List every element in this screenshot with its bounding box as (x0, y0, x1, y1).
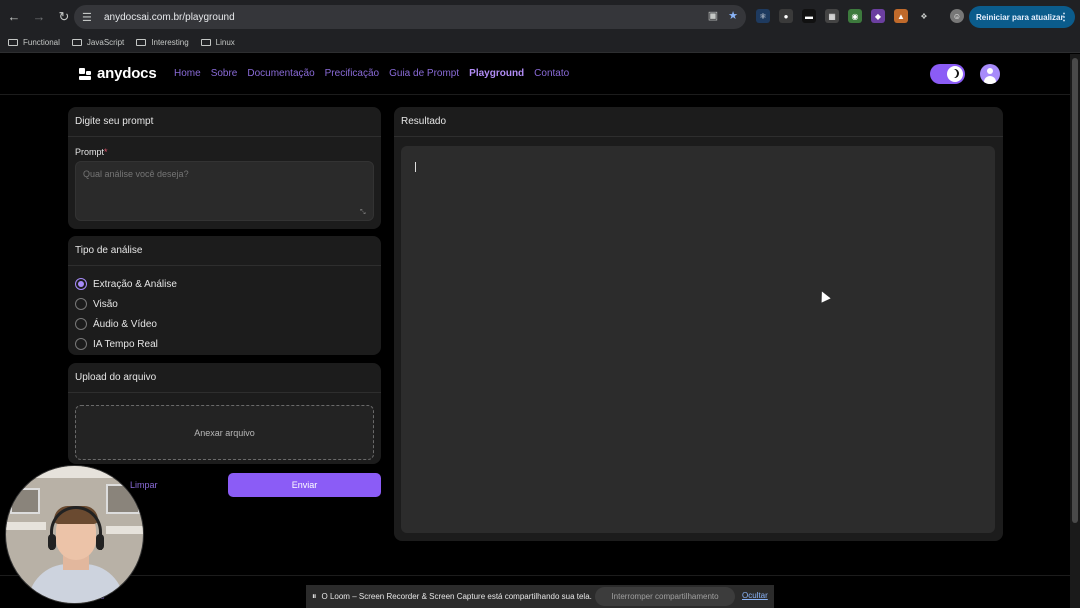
bookmark-star-icon[interactable]: ★ (728, 9, 738, 22)
update-button-label: Reiniciar para atualizar (976, 12, 1064, 22)
headphones-icon (50, 506, 102, 550)
puzzle-icon[interactable]: ❖ (917, 9, 931, 23)
file-dropzone[interactable]: Anexar arquivo (75, 405, 374, 460)
hide-button[interactable]: Ocultar (742, 591, 768, 600)
extensions-bar: ⚛ ● ▬ ▦ ◉ ◆ ▲ ❖ ☺ (756, 9, 964, 23)
nav-sobre[interactable]: Sobre (211, 68, 238, 79)
folder-icon (136, 39, 147, 46)
bookmark-label: Interesting (151, 38, 189, 47)
more-icon[interactable]: ⋮ (1059, 12, 1069, 23)
result-card: Resultado (394, 107, 1003, 541)
prompt-label-text: Prompt (75, 147, 105, 157)
scrollbar-thumb[interactable] (1072, 58, 1078, 523)
metamask-icon[interactable]: ▲ (894, 9, 908, 23)
user-avatar[interactable] (980, 64, 1000, 84)
bookmark-folder[interactable]: Functional (8, 38, 60, 47)
radio-label: IA Tempo Real (93, 338, 158, 350)
logo-icon (78, 67, 92, 81)
bookmark-label: Functional (23, 38, 60, 47)
upload-card-title: Upload do arquivo (68, 363, 381, 393)
nav-playground[interactable]: Playground (469, 68, 524, 79)
screen-share-bar: ⏸ O Loom – Screen Recorder & Screen Capt… (306, 585, 774, 608)
extension-icon[interactable]: ▬ (802, 9, 816, 23)
nav-precificacao[interactable]: Precificação (325, 68, 379, 79)
prompt-label: Prompt* (75, 147, 108, 157)
forward-icon[interactable]: → (28, 6, 50, 28)
nav-home[interactable]: Home (174, 68, 201, 79)
bookmark-folder[interactable]: Interesting (136, 38, 189, 47)
site-header: anydocs Home Sobre Documentação Precific… (0, 54, 1070, 95)
extension-icon[interactable]: ◆ (871, 9, 885, 23)
extension-icon[interactable]: ▦ (825, 9, 839, 23)
radio-audio-video[interactable]: Áudio & Vídeo (75, 314, 177, 334)
bookmark-label: Linux (215, 38, 235, 47)
radio-unselected-icon[interactable] (75, 298, 87, 310)
url-text: anydocsai.com.br/playground (104, 11, 235, 23)
submit-button[interactable]: Enviar (228, 473, 381, 497)
camera-icon[interactable]: ▣ (708, 9, 718, 22)
browser-toolbar: ← → ↻ ☰ anydocsai.com.br/playground ▣ ★ … (0, 0, 1080, 33)
address-bar[interactable]: ☰ anydocsai.com.br/playground ▣ ★ (74, 5, 746, 29)
pause-icon[interactable]: ⏸ (312, 591, 317, 602)
main-nav: Home Sobre Documentação Precificação Gui… (174, 68, 569, 79)
nav-documentacao[interactable]: Documentação (247, 68, 314, 79)
prompt-card-title: Digite seu prompt (68, 107, 381, 137)
result-card-title: Resultado (394, 107, 1003, 137)
resize-handle-icon[interactable]: ⤡ (360, 209, 366, 217)
react-devtools-icon[interactable]: ⚛ (756, 9, 770, 23)
radio-selected-icon[interactable] (75, 278, 87, 290)
required-mark: * (104, 147, 108, 157)
analysis-type-card: Tipo de análise Extração & Análise Visão… (68, 236, 381, 355)
stop-sharing-button[interactable]: Interromper compartilhamento (595, 587, 735, 606)
back-icon[interactable]: ← (3, 6, 25, 28)
logo-text: anydocs (97, 65, 157, 82)
folder-icon (200, 39, 211, 46)
radio-ia-tempo-real[interactable]: IA Tempo Real (75, 334, 177, 354)
bookmark-label: JavaScript (86, 38, 125, 47)
logo[interactable]: anydocs (78, 65, 157, 82)
nav-contato[interactable]: Contato (534, 68, 569, 79)
text-caret (415, 162, 416, 172)
profile-avatar-icon[interactable]: ☺ (950, 9, 964, 23)
bookmark-folder[interactable]: Linux (200, 38, 235, 47)
prompt-card: Digite seu prompt Prompt* ⤡ (68, 107, 381, 229)
footer-divider (0, 575, 1070, 576)
radio-label: Áudio & Vídeo (93, 318, 157, 330)
result-output[interactable] (401, 146, 995, 533)
page-scrollbar[interactable] (1070, 54, 1080, 608)
bookmark-folder[interactable]: JavaScript (71, 38, 125, 47)
radio-unselected-icon[interactable] (75, 318, 87, 330)
dropzone-label: Anexar arquivo (194, 427, 255, 438)
prompt-input[interactable] (75, 161, 374, 221)
site-info-icon[interactable]: ☰ (82, 11, 96, 24)
submit-button-label: Enviar (291, 480, 318, 490)
share-message: O Loom – Screen Recorder & Screen Captur… (321, 592, 592, 601)
page: anydocs Home Sobre Documentação Precific… (0, 54, 1070, 608)
moon-icon (947, 66, 963, 82)
stop-sharing-label: Interromper compartilhamento (611, 592, 719, 601)
reload-icon[interactable]: ↻ (53, 6, 75, 28)
extension-icon[interactable]: ● (779, 9, 793, 23)
radio-label: Visão (93, 298, 118, 310)
theme-toggle[interactable] (930, 64, 965, 84)
update-button[interactable]: Reiniciar para atualizar ⋮ (969, 6, 1075, 28)
folder-icon (8, 39, 18, 46)
radio-visao[interactable]: Visão (75, 294, 177, 314)
upload-card: Upload do arquivo Anexar arquivo (68, 363, 381, 464)
folder-icon (71, 39, 82, 46)
user-icon (987, 68, 993, 74)
radio-label: Extração & Análise (93, 278, 177, 290)
nav-guia-de-prompt[interactable]: Guia de Prompt (389, 68, 459, 79)
extension-icon[interactable]: ◉ (848, 9, 862, 23)
analysis-type-title: Tipo de análise (68, 236, 381, 266)
radio-unselected-icon[interactable] (75, 338, 87, 350)
analysis-type-options: Extração & Análise Visão Áudio & Vídeo I… (75, 274, 177, 354)
bookmarks-bar: Functional JavaScript Interesting Linux (0, 33, 1080, 53)
radio-extracao-analise[interactable]: Extração & Análise (75, 274, 177, 294)
webcam-bubble[interactable] (5, 465, 144, 604)
